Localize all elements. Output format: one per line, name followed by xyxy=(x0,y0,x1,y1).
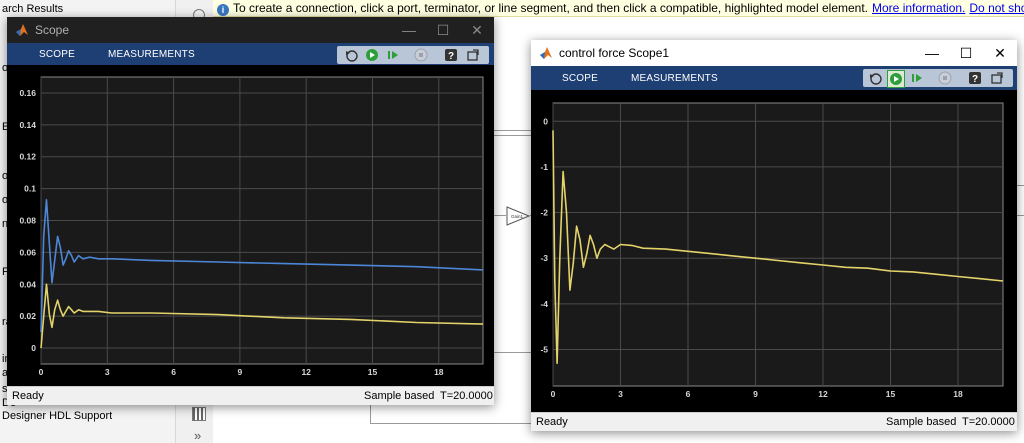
signal-line[interactable] xyxy=(370,404,371,424)
info-bar: i To create a connection, click a port, t… xyxy=(213,0,1024,17)
tab-scope[interactable]: SCOPE xyxy=(562,66,598,90)
toolbar-button-group: ? xyxy=(337,46,489,64)
x-tick-label: 18 xyxy=(434,367,444,377)
double-chevron-right-icon[interactable]: » xyxy=(194,428,201,443)
run-icon[interactable] xyxy=(887,70,905,88)
window-title: Scope xyxy=(35,23,70,37)
status-sample-based: Sample based xyxy=(886,416,957,428)
x-tick-label: 9 xyxy=(753,389,758,399)
scope-toolstrip: SCOPE MEASUREMENTS ? xyxy=(7,43,494,65)
y-tick-label: 0.04 xyxy=(19,279,36,289)
block-icon[interactable] xyxy=(192,407,206,421)
gain-block[interactable]: Gain1 xyxy=(506,206,530,226)
scope-status-bar: Ready Sample based T=20.0000 xyxy=(7,386,494,405)
signal-line[interactable] xyxy=(370,423,532,424)
y-tick-label: 0.08 xyxy=(19,216,36,226)
scope1-window[interactable]: control force Scope1 — ☐ ✕ SCOPE MEASURE… xyxy=(531,40,1017,431)
close-icon[interactable]: ✕ xyxy=(460,17,494,43)
toolbar-button-group: ? xyxy=(863,69,1013,88)
hdl-support-item[interactable]: Designer HDL Support xyxy=(2,410,112,422)
signal-line[interactable] xyxy=(494,215,506,216)
help-icon[interactable]: ? xyxy=(967,70,983,86)
y-tick-label: 0 xyxy=(543,116,548,126)
x-tick-label: 18 xyxy=(953,389,963,399)
y-tick-label: 0.1 xyxy=(24,184,36,194)
more-information-link[interactable]: More information. xyxy=(872,1,965,15)
y-tick-label: -3 xyxy=(540,253,548,263)
scope-plot-svg[interactable]: 0 3 6 9 12 15 18 0 0.02 0.04 0.06 0.08 0.1 0.12 0.14 0.… xyxy=(7,65,494,387)
maximize-icon[interactable]: ☐ xyxy=(949,40,983,66)
scope1-status-bar: Ready Sample based T=20.0000 xyxy=(531,412,1017,431)
signal-line[interactable] xyxy=(494,135,532,136)
y-tick-label: 0 xyxy=(31,343,36,353)
help-icon[interactable]: ? xyxy=(443,47,459,63)
stop-icon[interactable] xyxy=(937,70,953,86)
search-results-label[interactable]: arch Results xyxy=(2,3,63,15)
do-not-show-link[interactable]: Do not show xyxy=(969,1,1024,15)
x-tick-label: 3 xyxy=(618,389,623,399)
step-forward-icon[interactable] xyxy=(385,47,401,63)
y-tick-label: -5 xyxy=(540,344,548,354)
step-back-icon[interactable] xyxy=(343,47,359,63)
y-tick-label: -1 xyxy=(540,162,548,172)
x-tick-label: 0 xyxy=(551,389,556,399)
y-tick-label: 0.02 xyxy=(19,311,36,321)
maximize-icon[interactable]: ☐ xyxy=(426,17,460,43)
status-ready: Ready xyxy=(536,416,568,428)
minimize-icon[interactable]: — xyxy=(392,17,426,43)
status-sample-based: Sample based xyxy=(364,390,435,402)
scope1-plot-svg[interactable]: 0 3 6 9 12 15 18 0 -1 -2 -3 -4 -5 xyxy=(531,90,1017,413)
window-title: control force Scope1 xyxy=(559,46,670,60)
close-icon[interactable]: ✕ xyxy=(983,40,1017,66)
x-tick-label: 6 xyxy=(686,389,691,399)
status-time: T=20.0000 xyxy=(440,390,493,402)
info-message: To create a connection, click a port, te… xyxy=(233,1,869,15)
gain-label: Gain1 xyxy=(511,214,524,219)
svg-text:?: ? xyxy=(972,74,978,85)
step-forward-icon[interactable] xyxy=(909,70,925,86)
y-tick-label: 0.06 xyxy=(19,247,36,257)
info-icon: i xyxy=(217,4,229,16)
step-back-icon[interactable] xyxy=(867,70,883,86)
scope1-plot-area[interactable]: 0 3 6 9 12 15 18 0 -1 -2 -3 -4 -5 xyxy=(531,90,1017,413)
undock-icon[interactable] xyxy=(989,70,1005,86)
stop-icon[interactable] xyxy=(413,47,429,63)
tab-measurements[interactable]: MEASUREMENTS xyxy=(108,43,195,65)
y-tick-label: 0.12 xyxy=(19,152,36,162)
x-tick-label: 12 xyxy=(818,389,828,399)
x-tick-label: 15 xyxy=(886,389,896,399)
status-ready: Ready xyxy=(12,390,44,402)
tab-scope[interactable]: SCOPE xyxy=(39,43,75,65)
x-tick-label: 12 xyxy=(301,367,311,377)
x-tick-label: 0 xyxy=(39,367,44,377)
y-tick-label: -4 xyxy=(540,299,548,309)
signal-line[interactable] xyxy=(494,130,532,131)
matlab-logo-icon xyxy=(16,24,28,36)
x-tick-label: 6 xyxy=(171,367,176,377)
y-tick-label: 0.16 xyxy=(19,88,36,98)
svg-text:?: ? xyxy=(448,51,454,62)
signal-line[interactable] xyxy=(494,352,532,353)
scope1-toolstrip: SCOPE MEASUREMENTS ? xyxy=(531,66,1017,90)
tab-measurements[interactable]: MEASUREMENTS xyxy=(631,66,718,90)
x-tick-label: 15 xyxy=(368,367,378,377)
undock-icon[interactable] xyxy=(465,47,481,63)
run-icon[interactable] xyxy=(364,47,380,63)
minimize-icon[interactable]: — xyxy=(915,40,949,66)
x-tick-label: 9 xyxy=(238,367,243,377)
scope-window[interactable]: Scope — ☐ ✕ SCOPE MEASUREMENTS ? 0 3 6 9 12 1… xyxy=(7,17,494,405)
scope-plot-area[interactable]: 0 3 6 9 12 15 18 0 0.02 0.04 0.06 0.08 0.1 0.12 0.14 0.… xyxy=(7,65,494,387)
status-time: T=20.0000 xyxy=(962,416,1015,428)
y-tick-label: 0.14 xyxy=(19,120,36,130)
x-tick-label: 3 xyxy=(105,367,110,377)
matlab-logo-icon xyxy=(540,47,552,59)
y-tick-label: -2 xyxy=(540,208,548,218)
